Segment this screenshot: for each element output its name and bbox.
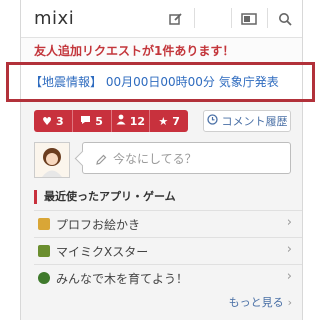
person-icon <box>116 114 126 128</box>
inbox-icon[interactable] <box>231 0 267 37</box>
list-item[interactable]: みんなで木を育てよう！ › <box>34 264 302 291</box>
likes-count[interactable]: ♥ 3 <box>34 110 73 132</box>
comment-history-label: コメント履歴 <box>221 115 288 128</box>
recent-apps-list: プロフお絵かき › マイミクXスター › みんなで木を育てよう！ › <box>34 210 302 291</box>
chevron-right-icon: › <box>286 242 292 257</box>
recent-apps-heading: 最近使ったアプリ・ゲーム <box>34 190 176 204</box>
app-icon <box>38 218 50 230</box>
comment-history-button[interactable]: コメント履歴 <box>203 110 291 132</box>
favorites-count[interactable]: ★ 7 <box>150 110 188 132</box>
list-item[interactable]: プロフお絵かき › <box>34 210 302 237</box>
app-icon <box>38 272 50 284</box>
avatar[interactable] <box>34 142 70 178</box>
status-input[interactable]: 今なにしてる？ <box>74 142 291 174</box>
see-more-label: もっと見る <box>228 296 284 309</box>
header-divider <box>194 8 195 28</box>
star-icon: ★ <box>158 114 169 128</box>
notification-counts: ♥ 3 5 12 ★ 7 <box>34 110 188 132</box>
status-update-area: 今なにしてる？ <box>21 136 302 180</box>
friend-request-notice[interactable]: 友人追加リクエストが1件あります！ <box>21 38 302 64</box>
clock-icon <box>206 114 218 128</box>
chevron-right-icon: › <box>286 269 292 284</box>
app-icon <box>38 245 50 257</box>
activity-bar: ♥ 3 5 12 ★ 7 コメント履歴 <box>21 102 302 136</box>
app-label: みんなで木を育てよう！ <box>56 271 189 286</box>
edit-icon[interactable] <box>158 0 194 37</box>
status-placeholder: 今なにしてる？ <box>113 152 197 166</box>
search-icon[interactable] <box>267 0 302 37</box>
mixi-logo[interactable]: mixi <box>34 8 74 29</box>
likes-count-value: 3 <box>55 114 64 128</box>
comments-count[interactable]: 5 <box>73 110 112 132</box>
mixi-app-frame: mixi 友人追加リクエストが1件あります！ 【地震情報】 00月00日00時0… <box>20 0 303 320</box>
app-header: mixi <box>21 0 302 38</box>
see-more-link[interactable]: もっと見る › <box>229 294 292 310</box>
app-label: プロフお絵かき <box>56 217 141 232</box>
pencil-icon <box>95 151 107 170</box>
comments-count-value: 5 <box>95 114 103 128</box>
friends-count-value: 12 <box>129 114 146 128</box>
chevron-right-icon: › <box>286 215 292 230</box>
speech-bubble-nub <box>74 150 91 167</box>
comment-icon <box>80 115 91 128</box>
heart-icon: ♥ <box>42 114 52 128</box>
favorites-count-value: 7 <box>172 114 180 128</box>
friends-count[interactable]: 12 <box>112 110 151 132</box>
app-label: マイミクXスター <box>56 244 149 259</box>
highlight-box <box>6 62 315 102</box>
list-item[interactable]: マイミクXスター › <box>34 237 302 264</box>
chevron-right-icon: › <box>287 296 292 309</box>
